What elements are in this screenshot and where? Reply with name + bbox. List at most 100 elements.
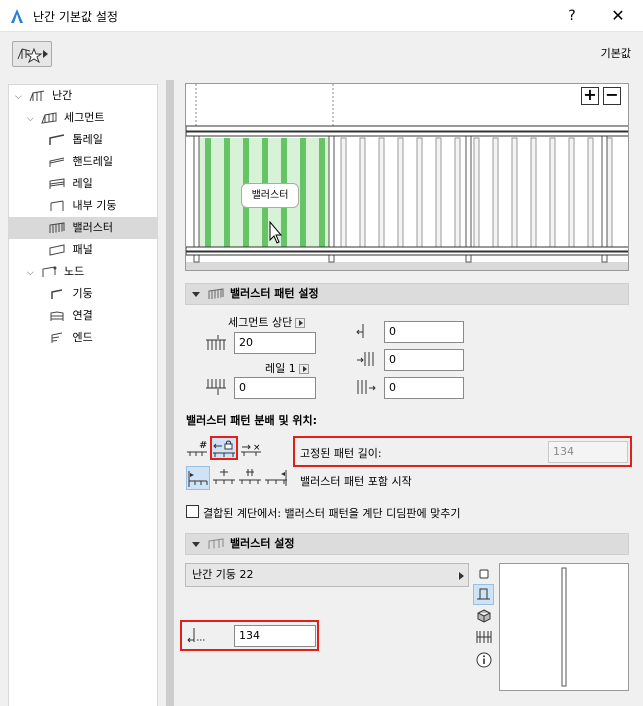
distribution-fixed-length-button[interactable] (210, 436, 238, 460)
tree-item-railing[interactable]: ⌵ 난간 (15, 85, 72, 107)
default-label: 기본값 (600, 47, 631, 60)
baluster-width-input[interactable]: 134 (234, 625, 316, 647)
tree-item-inner-post[interactable]: 내부 기둥 (49, 195, 116, 217)
start-align-left-button[interactable] (186, 466, 210, 490)
segment-top-input[interactable]: 20 (234, 332, 316, 354)
end-offset-input[interactable]: 0 (384, 377, 464, 399)
panel-icon (49, 244, 65, 256)
tree-item-baluster[interactable]: 밸러스터 (9, 217, 157, 239)
fit-to-treads-checkbox[interactable] (186, 505, 199, 518)
tree-item-toprail[interactable]: 톱레일 (49, 129, 103, 151)
baluster-tooltip: 밸러스터 (241, 183, 299, 208)
distribution-number-icon[interactable]: # (186, 438, 208, 458)
baluster-preview (499, 563, 629, 691)
align-start-icon (188, 471, 208, 487)
segment-top-arrow-icon[interactable] (295, 318, 306, 328)
tree-item-node[interactable]: ⌵ 노드 (27, 261, 84, 283)
fixed-length-lock-icon (213, 440, 235, 457)
baluster-pattern-icon (208, 288, 224, 299)
tree-item-label: 세그먼트 (64, 111, 105, 124)
title-bar: 난간 기본값 설정 ? ✕ (0, 0, 643, 32)
dropdown-arrow-icon (459, 572, 464, 580)
spacing-input[interactable]: 0 (384, 349, 464, 371)
info-icon[interactable] (476, 652, 492, 668)
baluster-icon (49, 222, 65, 233)
tree-item-label: 난간 (52, 89, 73, 102)
handrail-icon (49, 157, 65, 167)
start-align-center-icon[interactable] (212, 466, 236, 490)
scrollbar-thumb[interactable] (166, 80, 174, 706)
section-view-icon[interactable] (476, 629, 492, 645)
distribution-fit-icon[interactable]: × (240, 438, 262, 458)
tree-item-label: 엔드 (72, 331, 93, 344)
baluster-preview-drawing (561, 567, 567, 687)
tree-item-rail[interactable]: 레일 (49, 173, 93, 195)
railing-preview-drawing (186, 84, 628, 270)
pattern-settings-header[interactable]: 밸러스터 패턴 설정 (185, 283, 629, 305)
bottom-offset-icon (206, 379, 226, 395)
tree-item-label: 레일 (72, 177, 93, 190)
baluster-type-dropdown[interactable]: 난간 기둥 22 (185, 563, 469, 587)
collapse-triangle-icon (192, 292, 200, 297)
zoom-out-button[interactable]: − (603, 87, 621, 105)
pattern-start-label: 밸러스터 패턴 포함 시작 (300, 475, 412, 488)
favorites-star-icon (17, 47, 43, 63)
inner-post-icon (50, 200, 64, 211)
fixed-length-label: 고정된 패턴 길이: (300, 447, 382, 460)
tree-item-handrail[interactable]: 핸드레일 (49, 151, 113, 173)
tree-item-panel[interactable]: 패널 (49, 239, 93, 261)
close-button[interactable]: ✕ (595, 0, 641, 32)
top-offset-icon (206, 335, 226, 350)
baluster-settings-icon (208, 538, 224, 549)
svg-text:×: × (253, 443, 261, 453)
section-title: 밸러스터 패턴 설정 (230, 287, 319, 300)
tree-item-label: 내부 기둥 (72, 199, 117, 212)
toprail-icon (49, 134, 65, 145)
tree-item-label: 기둥 (72, 287, 93, 300)
tree-item-end[interactable]: 엔드 (49, 327, 93, 349)
collapse-triangle-icon (192, 542, 200, 547)
rail-offset-input[interactable]: 0 (234, 377, 316, 399)
tree-item-segment[interactable]: ⌵ 세그먼트 (27, 107, 104, 129)
tree-item-label: 연결 (72, 309, 93, 322)
favorites-arrow-icon (43, 50, 48, 58)
rail-arrow-icon[interactable] (298, 364, 309, 374)
front-view-button[interactable] (473, 584, 494, 605)
rail-icon (49, 178, 65, 189)
fixed-length-input[interactable]: 134 (548, 441, 628, 463)
tree-item-label: 톱레일 (72, 133, 103, 146)
node-icon (42, 266, 56, 277)
end-offset-icon (357, 380, 376, 394)
rail-label: 레일 1 (265, 360, 309, 376)
section-title: 밸러스터 설정 (230, 537, 295, 550)
tree-item-post[interactable]: 기둥 (49, 283, 93, 305)
distribution-title: 밸러스터 패턴 분배 및 위치: (186, 414, 318, 427)
baluster-settings-header[interactable]: 밸러스터 설정 (185, 533, 629, 555)
zoom-in-button[interactable]: + (581, 87, 599, 105)
window-title: 난간 기본값 설정 (33, 10, 118, 24)
connection-icon (50, 311, 64, 321)
tree-item-connection[interactable]: 연결 (49, 305, 93, 327)
favorites-button[interactable] (12, 41, 52, 67)
settings-tree: ⌵ 난간 ⌵ 세그먼트 톱레일 핸드레일 레일 내부 기둥 밸러스터 패널 ⌵ … (8, 84, 158, 706)
chevron-down-icon: ⌵ (27, 268, 34, 278)
start-align-gap-icon[interactable] (238, 466, 262, 490)
chevron-down-icon: ⌵ (27, 114, 34, 124)
start-offset-input[interactable]: 0 (384, 321, 464, 343)
square-view-icon[interactable] (476, 566, 492, 582)
tree-item-label: 핸드레일 (72, 155, 113, 168)
end-icon (51, 332, 63, 343)
post-icon (51, 289, 63, 299)
railing-preview (185, 83, 629, 271)
tree-item-label: 밸러스터 (72, 221, 113, 234)
3d-view-icon[interactable] (476, 608, 492, 624)
baluster-type-value: 난간 기둥 22 (192, 568, 254, 581)
help-button[interactable]: ? (549, 0, 595, 32)
segment-top-label: 세그먼트 상단 (228, 314, 306, 330)
chevron-down-icon: ⌵ (15, 92, 22, 102)
start-align-right-icon[interactable] (264, 466, 288, 490)
front-view-icon (477, 588, 490, 600)
start-offset-icon (356, 324, 364, 338)
railing-icon (29, 90, 44, 102)
tree-item-label: 패널 (72, 243, 93, 256)
